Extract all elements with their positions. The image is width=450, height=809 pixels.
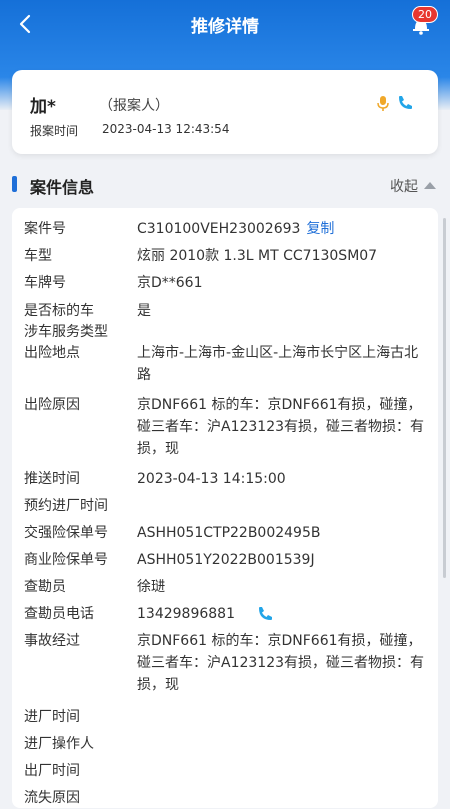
- scrollbar[interactable]: [443, 218, 446, 578]
- case-no-value: C310100VEH23002693: [137, 221, 301, 237]
- microphone-icon[interactable]: [374, 94, 392, 112]
- section-title: 案件信息: [30, 178, 95, 197]
- notification-badge: 20: [412, 6, 438, 23]
- collapse-toggle[interactable]: 收起: [390, 176, 436, 196]
- report-time: 2023-04-13 12:43:54: [102, 122, 230, 136]
- chevron-up-icon: [424, 181, 436, 189]
- section-accent-bar: [12, 176, 17, 192]
- section-header: 案件信息 收起: [0, 170, 450, 198]
- reporter-card: 加* （报案人） 报案时间 2023-04-13 12:43:54: [12, 70, 438, 154]
- surveyor-phone-value[interactable]: 13429896881: [137, 603, 427, 625]
- report-time-label: 报案时间: [30, 124, 79, 138]
- collapse-label: 收起: [390, 179, 418, 195]
- reporter-role: （报案人）: [99, 98, 169, 114]
- reporter-name: 加*: [30, 97, 56, 117]
- case-info-card: 案件号 C310100VEH23002693 复制 车型 炫丽 2010款 1.3…: [12, 208, 438, 808]
- call-surveyor-icon[interactable]: [256, 605, 274, 623]
- page-title: 推修详情: [191, 17, 259, 37]
- copy-button[interactable]: 复制: [306, 221, 334, 237]
- phone-icon[interactable]: [396, 94, 414, 112]
